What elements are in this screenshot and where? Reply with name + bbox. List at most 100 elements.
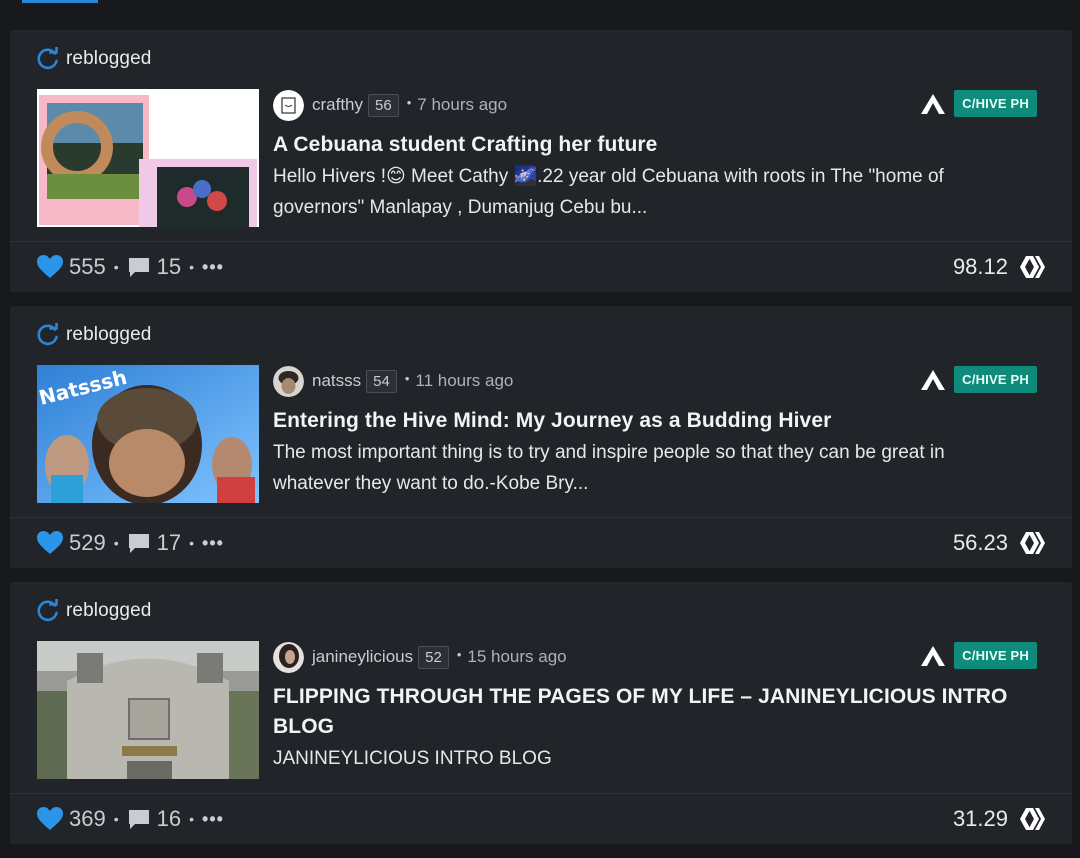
title-line: BLOG — [273, 715, 335, 738]
summary-line: Hello Hivers !😊 Meet Cathy 🌌.22 year old… — [273, 166, 944, 187]
post-title[interactable]: Entering the Hive Mind: My Journey as a … — [273, 406, 1053, 436]
heart-icon[interactable] — [36, 806, 64, 832]
thumbnail-image: Natsssh — [37, 365, 259, 503]
post-summary[interactable]: The most important thing is to try and i… — [273, 437, 1053, 499]
summary-line: governors" Manlapay , Dumanjug Cebu bu..… — [273, 197, 648, 218]
post-time[interactable]: 15 hours ago — [467, 647, 566, 667]
post-title[interactable]: FLIPPING THROUGH THE PAGES OF MY LIFE – … — [273, 682, 1053, 742]
more-options-icon[interactable]: ••• — [202, 533, 224, 554]
top-navigation-strip — [0, 0, 1080, 28]
comment-icon[interactable] — [127, 807, 151, 831]
payout-value: 98.12 — [952, 254, 1008, 279]
post-meta: crafthy 56 • 7 hours ago C/HIVE PH — [273, 88, 1053, 122]
footer-separator: • — [189, 811, 195, 827]
payout-value: 31.29 — [952, 806, 1008, 831]
summary-line: whatever they want to do.-Kobe Bry... — [273, 473, 589, 494]
comment-icon[interactable] — [127, 255, 151, 279]
post-content: natsss 54 • 11 hours ago C/HIVE PH Enter… — [273, 364, 1053, 499]
vote-count[interactable]: 555 — [69, 254, 106, 280]
comment-icon[interactable] — [127, 531, 151, 555]
post-card[interactable]: reblogged Natsssh natsss 54 • 11 hours a… — [10, 306, 1072, 568]
vote-count[interactable]: 529 — [69, 530, 106, 556]
post-time[interactable]: 11 hours ago — [415, 371, 513, 391]
footer-separator: • — [189, 259, 195, 275]
footer-separator: • — [113, 535, 119, 551]
reblog-label: reblogged — [66, 48, 152, 69]
reblog-icon — [37, 599, 58, 622]
post-content: janineylicious 52 • 15 hours ago C/HIVE … — [273, 640, 1053, 774]
reblog-icon — [37, 47, 58, 70]
community-tag[interactable]: C/HIVE PH — [920, 366, 1037, 393]
reputation-badge: 56 — [368, 93, 399, 117]
reblog-label: reblogged — [66, 600, 152, 621]
reblog-label: reblogged — [66, 324, 152, 345]
more-options-icon[interactable]: ••• — [202, 257, 224, 278]
community-badge[interactable]: C/HIVE PH — [954, 90, 1037, 117]
post-footer: 369 • 16 • ••• — [36, 803, 224, 835]
post-meta: natsss 54 • 11 hours ago C/HIVE PH — [273, 364, 1053, 398]
thumbnail-image — [37, 89, 259, 227]
community-tag[interactable]: C/HIVE PH — [920, 90, 1037, 117]
more-options-icon[interactable]: ••• — [202, 809, 224, 830]
hive-icon — [1020, 532, 1045, 554]
payout-info[interactable]: 31.29 — [953, 803, 1046, 835]
author-avatar[interactable] — [273, 89, 304, 121]
card-divider — [10, 241, 1072, 242]
community-logo-icon — [921, 93, 946, 114]
comment-count[interactable]: 17 — [157, 530, 181, 556]
reputation-badge: 54 — [366, 369, 397, 393]
post-thumbnail[interactable] — [37, 641, 259, 779]
reblog-indicator: reblogged — [36, 322, 151, 348]
reblog-icon — [37, 323, 58, 346]
post-thumbnail[interactable] — [37, 89, 259, 227]
meta-separator: • — [406, 94, 412, 110]
post-feed: reblogged crafthy 56 • 7 hours ago C/HIV… — [10, 30, 1072, 858]
payout-info[interactable]: 56.23 — [953, 527, 1046, 559]
meta-separator: • — [404, 370, 410, 386]
post-footer: 555 • 15 • ••• — [36, 251, 224, 283]
comment-count[interactable]: 15 — [157, 254, 181, 280]
vote-count[interactable]: 369 — [69, 806, 106, 832]
post-content: crafthy 56 • 7 hours ago C/HIVE PH A Ceb… — [273, 88, 1053, 223]
post-summary[interactable]: Hello Hivers !😊 Meet Cathy 🌌.22 year old… — [273, 161, 1053, 223]
post-summary[interactable]: JANINEYLICIOUS INTRO BLOG — [273, 743, 1053, 774]
community-badge[interactable]: C/HIVE PH — [954, 366, 1037, 393]
card-divider — [10, 793, 1072, 794]
meta-separator: • — [456, 646, 462, 662]
author-name[interactable]: natsss — [312, 371, 361, 391]
community-logo-icon — [921, 369, 946, 390]
thumbnail-image — [37, 641, 259, 779]
author-name[interactable]: janineylicious — [312, 647, 413, 667]
footer-separator: • — [189, 535, 195, 551]
reblog-indicator: reblogged — [36, 46, 151, 72]
post-meta: janineylicious 52 • 15 hours ago C/HIVE … — [273, 640, 1053, 674]
post-thumbnail[interactable]: Natsssh — [37, 365, 259, 503]
community-badge[interactable]: C/HIVE PH — [954, 642, 1037, 669]
reputation-badge: 52 — [418, 645, 449, 669]
author-avatar[interactable] — [273, 641, 304, 673]
comment-count[interactable]: 16 — [157, 806, 181, 832]
card-divider — [10, 517, 1072, 518]
community-tag[interactable]: C/HIVE PH — [920, 642, 1037, 669]
payout-info[interactable]: 98.12 — [953, 251, 1046, 283]
footer-separator: • — [113, 811, 119, 827]
hive-icon — [1020, 256, 1045, 278]
heart-icon[interactable] — [36, 530, 64, 556]
summary-line: The most important thing is to try and i… — [273, 442, 945, 463]
title-line: FLIPPING THROUGH THE PAGES OF MY LIFE – … — [273, 685, 1008, 708]
post-card[interactable]: reblogged — [10, 582, 1072, 844]
summary-line: JANINEYLICIOUS INTRO BLOG — [273, 748, 552, 769]
community-logo-icon — [921, 645, 946, 666]
footer-separator: • — [113, 259, 119, 275]
post-title[interactable]: A Cebuana student Crafting her future — [273, 130, 1053, 160]
author-name[interactable]: crafthy — [312, 95, 363, 115]
payout-value: 56.23 — [952, 530, 1008, 555]
author-avatar[interactable] — [273, 365, 304, 397]
reblog-indicator: reblogged — [36, 598, 151, 624]
post-time[interactable]: 7 hours ago — [417, 95, 507, 115]
active-tab-indicator — [22, 0, 98, 3]
post-footer: 529 • 17 • ••• — [36, 527, 224, 559]
heart-icon[interactable] — [36, 254, 64, 280]
post-card[interactable]: reblogged — [10, 30, 1072, 292]
hive-icon — [1020, 808, 1045, 830]
